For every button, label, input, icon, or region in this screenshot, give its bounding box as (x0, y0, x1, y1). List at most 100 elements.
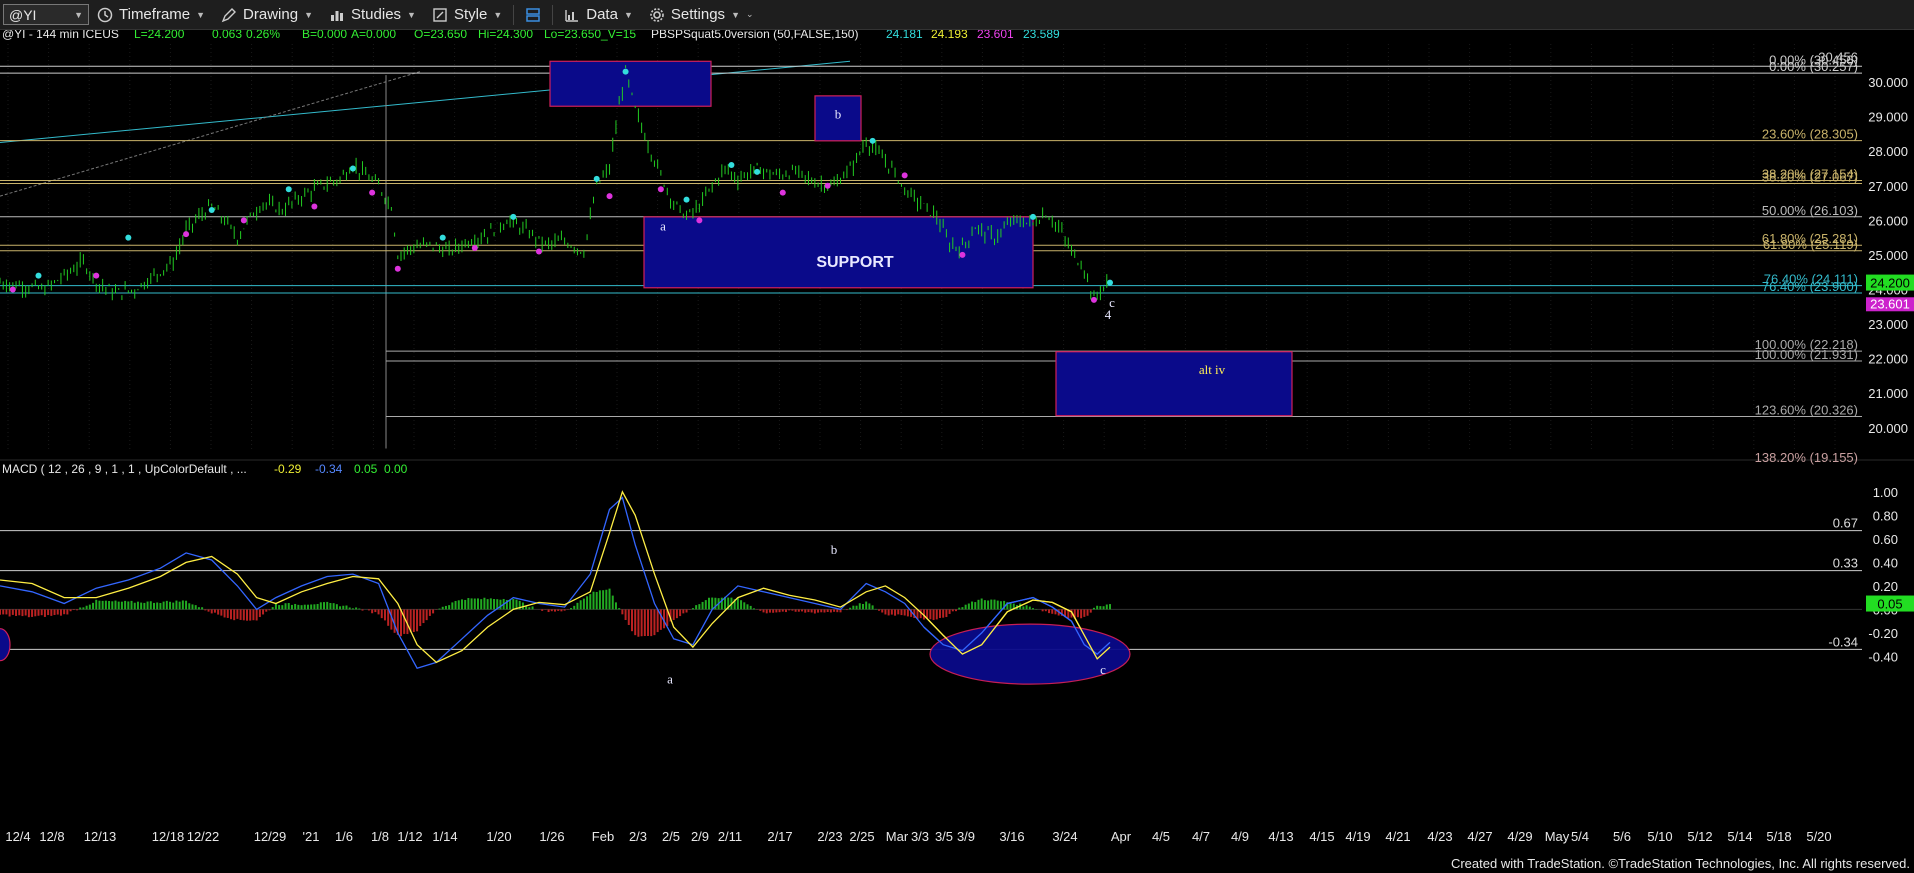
last-low-label: 23.601 (1870, 296, 1910, 311)
date-tick-label: 5/6 (1613, 829, 1631, 844)
style-label: Style (453, 6, 488, 23)
swing-low-dot (9, 286, 16, 293)
style-menu[interactable]: Style ▼ (424, 0, 510, 29)
price-tick-label: 21.000 (1868, 386, 1908, 401)
timeframe-menu[interactable]: Timeframe ▼ (89, 0, 213, 29)
macd-wave-a: a (667, 672, 673, 687)
header-open: O=23.650 (414, 30, 467, 41)
date-tick-label: 3/3 (911, 829, 929, 844)
macd-tick-label: 0.20 (1873, 579, 1898, 594)
price-tick-label: 29.000 (1868, 110, 1908, 125)
fib-label: 138.20% (19.155) (1755, 450, 1858, 465)
date-tick-label: Feb (592, 829, 614, 844)
date-tick-label: 4/29 (1507, 829, 1532, 844)
date-tick-label: 5/20 (1806, 829, 1831, 844)
support-zone (643, 216, 1034, 289)
toolbar-divider (513, 4, 515, 25)
header-symbol: @YI - 144 min ICEUS (2, 30, 119, 41)
fib-label: 123.60% (20.326) (1755, 403, 1858, 418)
overflow-icon: ⌄ (745, 9, 754, 19)
date-tick-label: 4/9 (1231, 829, 1249, 844)
header-study-v3: 23.601 (977, 30, 1014, 41)
clock-icon (97, 7, 113, 22)
date-tick-label: 3/5 (935, 829, 953, 844)
macd-tick-label: -0.20 (1868, 626, 1898, 641)
date-tick-label: 1/14 (432, 829, 457, 844)
macd-tick-label: 1.00 (1873, 485, 1898, 500)
date-tick-label: 1/26 (539, 829, 564, 844)
studies-label: Studies (351, 6, 402, 23)
macd-v2: -0.34 (315, 462, 343, 476)
header-study-v4: 23.589 (1023, 30, 1060, 41)
swing-high-dot (1030, 213, 1037, 220)
data-icon (565, 9, 579, 22)
macd-ellipse-left (0, 628, 11, 662)
macd-wave-b: b (831, 542, 838, 557)
date-tick-label: 2/25 (849, 829, 874, 844)
data-menu[interactable]: Data ▼ (556, 0, 641, 29)
swing-high-dot (125, 234, 132, 241)
swing-high-dot (439, 234, 446, 241)
swing-low-dot (240, 217, 247, 224)
layout-toggle-button[interactable] (517, 0, 549, 29)
date-tick-label: 12/22 (187, 829, 220, 844)
fib-label: 76.40% (23.900) (1762, 279, 1858, 294)
settings-label: Settings (670, 6, 726, 23)
date-tick-label: 2/17 (767, 829, 792, 844)
header-last: L=24.200 (134, 30, 185, 41)
macd-title: MACD ( 12 , 26 , 9 , 1 , 1 , UpColorDefa… (2, 462, 247, 476)
studies-menu[interactable]: Studies ▼ (321, 0, 424, 29)
style-icon (433, 7, 447, 22)
macd-header: MACD ( 12 , 26 , 9 , 1 , 1 , UpColorDefa… (2, 462, 408, 476)
chevron-down-icon: ▼ (196, 9, 206, 20)
swing-low-dot (824, 182, 831, 189)
price-pane: 0.00% (30.456)0.00% (30.257)23.60% (28.3… (0, 44, 1914, 465)
swing-low-dot (93, 272, 100, 279)
wave-label-4: 4 (1105, 307, 1112, 322)
date-tick-label: 12/13 (84, 829, 117, 844)
header-low-vol: Lo=23.650_V=15 (544, 30, 636, 41)
date-tick-label: 12/29 (254, 829, 287, 844)
macd-level-label: -0.34 (1828, 634, 1858, 649)
header-high: Hi=24.300 (478, 30, 533, 41)
swing-low-dot (471, 245, 478, 251)
svg-text:@YI - 144 min ICEUS: @YI - 144 min ICEUS (2, 30, 119, 41)
pencil-icon (221, 7, 237, 22)
swing-low-dot (1090, 296, 1097, 303)
date-axis: 12/4 12/8 12/13 12/18 12/22 12/29 '21 1/6 1/8 1/1… (5, 829, 1831, 844)
chart-header: @YI - 144 min ICEUS L=24.200 0.063 0.26%… (2, 30, 1060, 41)
header-study-v2: 24.193 (931, 30, 968, 41)
timeframe-label: Timeframe (119, 6, 191, 23)
chevron-down-icon: ▼ (731, 9, 740, 20)
fib-label: 23.60% (28.305) (1762, 127, 1858, 142)
symbol-selector[interactable]: @YI ▼ (3, 4, 89, 25)
date-tick-label: 2/3 (629, 829, 647, 844)
studies-icon (331, 10, 343, 21)
date-tick-label: May (1545, 829, 1570, 844)
swing-low-dot (779, 189, 786, 196)
macd-v1: -0.29 (274, 462, 302, 476)
date-tick-label: 12/8 (39, 829, 64, 844)
macd-level-label: 0.33 (1833, 556, 1858, 571)
dashed-trendline (0, 71, 421, 197)
wave-label-a: a (660, 219, 666, 234)
chart-canvas[interactable]: 0.00% (30.456)0.00% (30.257)23.60% (28.3… (0, 30, 1914, 856)
date-tick-label: 1/12 (397, 829, 422, 844)
macd-tick-label: 0.40 (1873, 555, 1898, 570)
date-tick-label: 4/7 (1192, 829, 1210, 844)
macd-tick-label: -0.40 (1868, 649, 1898, 664)
swing-high-dot (285, 186, 292, 193)
macd-wave-c: c (1100, 662, 1106, 677)
swing-low-dot (696, 217, 703, 224)
drawing-menu[interactable]: Drawing ▼ (213, 0, 321, 29)
alt-iv-label: alt iv (1199, 362, 1226, 377)
layout-icon (526, 7, 540, 22)
date-tick-label: 2/23 (817, 829, 842, 844)
fib-label: 61.80% (25.119) (1763, 237, 1858, 252)
last-price-label: 24.200 (1870, 276, 1910, 291)
price-tick-label: 23.000 (1868, 317, 1908, 332)
swing-high-dot (349, 165, 356, 172)
macd-pane: 0.670.33-0.34abc1.000.800.600.400.200.00… (0, 485, 1914, 687)
price-tick-label: 27.000 (1868, 179, 1908, 194)
settings-menu[interactable]: Settings ▼ ⌄ (641, 0, 762, 29)
